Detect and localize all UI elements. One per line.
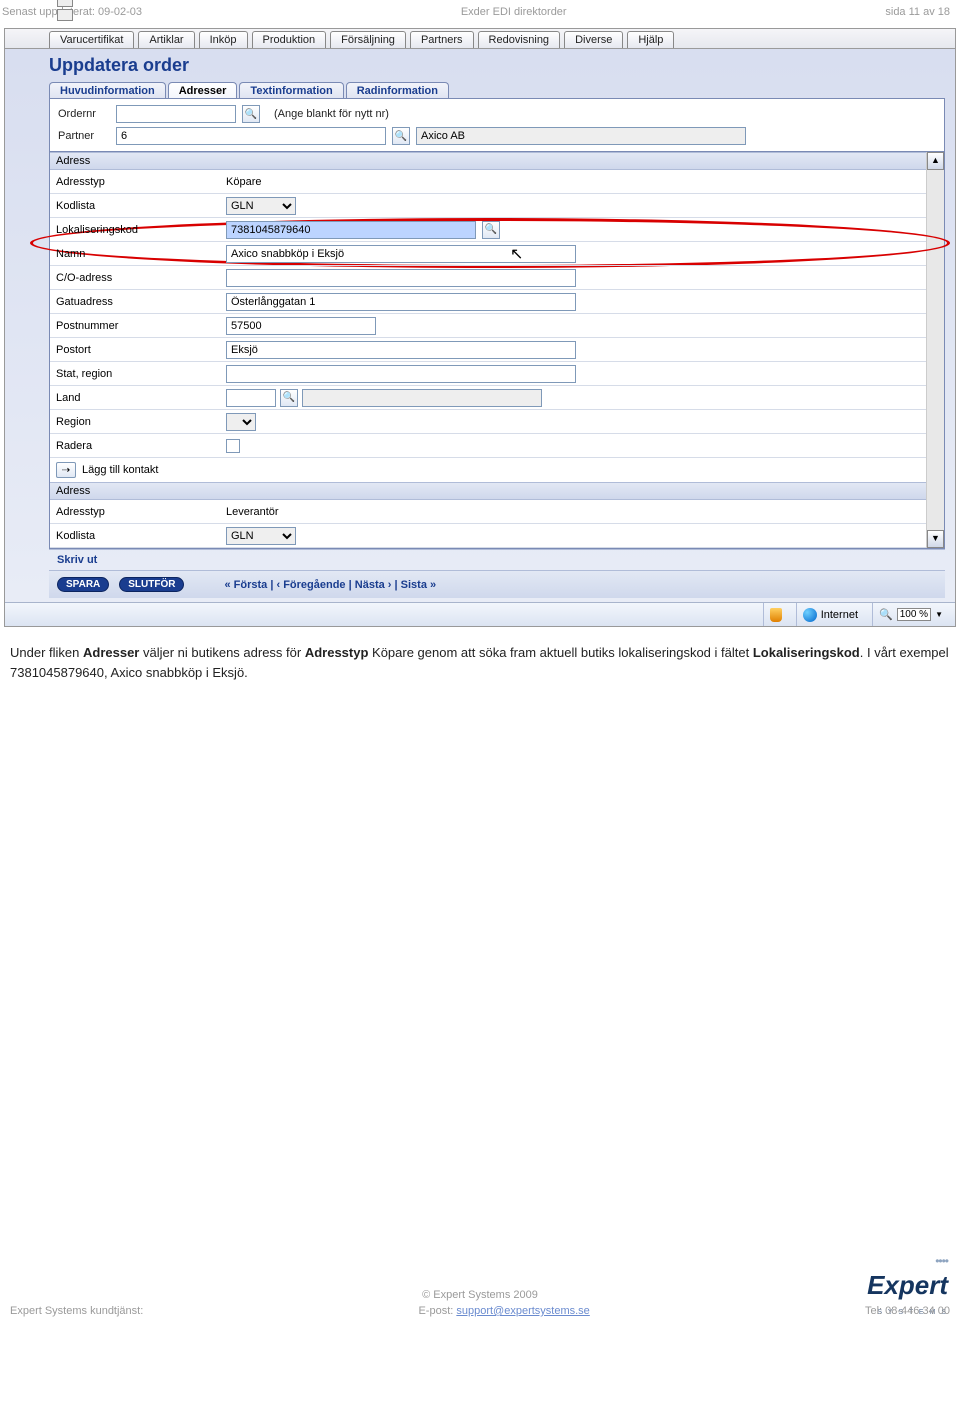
security-shield-icon — [770, 608, 782, 622]
kodlista2-label: Kodlista — [56, 530, 226, 542]
scroll-up-icon[interactable]: ▲ — [927, 152, 944, 170]
support-email-link[interactable]: support@expertsystems.se — [456, 1305, 589, 1317]
zoom-level[interactable]: 100 % — [897, 608, 931, 621]
menu-varucertifikat[interactable]: Varucertifikat — [49, 31, 134, 48]
lokal-search-icon[interactable]: 🔍 — [482, 221, 500, 239]
internet-zone-icon — [803, 608, 817, 622]
lokal-input[interactable] — [226, 221, 476, 239]
page-title: Uppdatera order — [49, 55, 945, 82]
partner-search-icon[interactable]: 🔍 — [392, 127, 410, 145]
stat-label: Stat, region — [56, 368, 226, 380]
region-label: Region — [56, 416, 226, 428]
doc-header-right: sida 11 av 18 — [885, 6, 950, 18]
section-header-adress-2: Adress — [50, 482, 926, 500]
ordernr-search-icon[interactable]: 🔍 — [242, 105, 260, 123]
kodlista-label: Kodlista — [56, 200, 226, 212]
print-link[interactable]: Skriv ut — [49, 549, 945, 570]
section-header-adress-1: Adress — [50, 152, 926, 170]
tab-huvudinformation[interactable]: Huvudinformation — [49, 82, 166, 98]
menu-inköp[interactable]: Inköp — [199, 31, 248, 48]
nav-prev[interactable]: ‹ Föregående — [276, 579, 345, 591]
address-scroll-area: Adress AdresstypKöpare KodlistaGLN Lokal… — [49, 152, 945, 549]
adresstyp2-value: Leverantör — [226, 506, 279, 518]
land-search-icon[interactable]: 🔍 — [280, 389, 298, 407]
menu-hjälp[interactable]: Hjälp — [627, 31, 674, 48]
tab-textinformation[interactable]: Textinformation — [239, 82, 343, 98]
partner-label: Partner — [58, 130, 110, 142]
record-nav: « Första | ‹ Föregående | Nästa › | Sist… — [224, 579, 436, 591]
postort-label: Postort — [56, 344, 226, 356]
postort-input[interactable] — [226, 341, 576, 359]
lokal-label: Lokaliseringskod — [56, 224, 226, 236]
action-bar: SPARA SLUTFÖR « Första | ‹ Föregående | … — [49, 570, 945, 598]
postnr-label: Postnummer — [56, 320, 226, 332]
home-icons[interactable] — [57, 0, 73, 21]
partner-input[interactable] — [116, 127, 386, 145]
menu-produktion[interactable]: Produktion — [252, 31, 327, 48]
menu-partners[interactable]: Partners — [410, 31, 474, 48]
main-menu: VarucertifikatArtiklar InköpProduktionFör… — [5, 29, 955, 49]
land-name-display — [302, 389, 542, 407]
stat-input[interactable] — [226, 365, 576, 383]
content-area: Uppdatera order HuvudinformationAdresser… — [5, 49, 955, 602]
zoom-dropdown-icon[interactable]: ▼ — [935, 610, 943, 619]
postnr-input[interactable] — [226, 317, 376, 335]
radera-checkbox[interactable] — [226, 439, 240, 453]
order-header-card: Ordernr 🔍 (Ange blankt för nytt nr) Part… — [49, 98, 945, 152]
co-label: C/O-adress — [56, 272, 226, 284]
kodlista2-select[interactable]: GLN — [226, 527, 296, 545]
ordernr-hint: (Ange blankt för nytt nr) — [274, 108, 389, 120]
nav-first[interactable]: « Första — [224, 579, 267, 591]
sub-tabs: HuvudinformationAdresserTextinformationR… — [49, 82, 945, 98]
vertical-scrollbar[interactable]: ▲ ▼ — [926, 152, 944, 548]
scroll-down-icon[interactable]: ▼ — [927, 530, 944, 548]
description-paragraph: Under fliken Adresser väljer ni butikens… — [0, 627, 960, 692]
menu-diverse[interactable]: Diverse — [564, 31, 623, 48]
ordernr-label: Ordernr — [58, 108, 110, 120]
co-input[interactable] — [226, 269, 576, 287]
app-window: VarucertifikatArtiklar InköpProduktionFör… — [4, 28, 956, 627]
copyright: © Expert Systems 2009 — [0, 1289, 960, 1301]
namn-label: Namn — [56, 248, 226, 260]
land-label: Land — [56, 392, 226, 404]
footer-left: Expert Systems kundtjänst: — [10, 1305, 143, 1317]
page-footer: •••• Expert S Y S T E M S © Expert Syste… — [0, 1252, 960, 1323]
nav-next[interactable]: Nästa › — [355, 579, 392, 591]
browser-status-bar: Internet 🔍 100 % ▼ — [5, 602, 955, 626]
internet-zone-label: Internet — [821, 609, 858, 621]
namn-input[interactable] — [226, 245, 576, 263]
add-contact-icon[interactable]: ⇢ — [56, 462, 76, 478]
adresstyp2-label: Adresstyp — [56, 506, 226, 518]
menu-försäljning[interactable]: Försäljning — [330, 31, 406, 48]
nav-last[interactable]: Sista » — [401, 579, 436, 591]
doc-header: Senast uppdaterat: 09-02-03 Exder EDI di… — [0, 0, 960, 28]
ordernr-input[interactable] — [116, 105, 236, 123]
footer-mid: E-post: support@expertsystems.se — [418, 1305, 589, 1317]
menu-redovisning[interactable]: Redovisning — [478, 31, 561, 48]
footer-right: Tel: 08-446 34 00 — [865, 1305, 950, 1317]
region-select[interactable] — [226, 413, 256, 431]
gatu-input[interactable] — [226, 293, 576, 311]
adresstyp-label: Adresstyp — [56, 176, 226, 188]
save-button[interactable]: SPARA — [57, 577, 109, 592]
zoom-icon[interactable]: 🔍 — [879, 608, 893, 621]
doc-header-center: Exder EDI direktorder — [461, 6, 567, 18]
tab-radinformation[interactable]: Radinformation — [346, 82, 449, 98]
radera-label: Radera — [56, 440, 226, 452]
finish-button[interactable]: SLUTFÖR — [119, 577, 184, 592]
gatu-label: Gatuadress — [56, 296, 226, 308]
menu-artiklar[interactable]: Artiklar — [138, 31, 194, 48]
land-code-input[interactable] — [226, 389, 276, 407]
adresstyp-value: Köpare — [226, 176, 261, 188]
tab-adresser[interactable]: Adresser — [168, 82, 238, 98]
partner-name-display — [416, 127, 746, 145]
kodlista-select[interactable]: GLN — [226, 197, 296, 215]
add-contact-label[interactable]: Lägg till kontakt — [82, 464, 158, 476]
